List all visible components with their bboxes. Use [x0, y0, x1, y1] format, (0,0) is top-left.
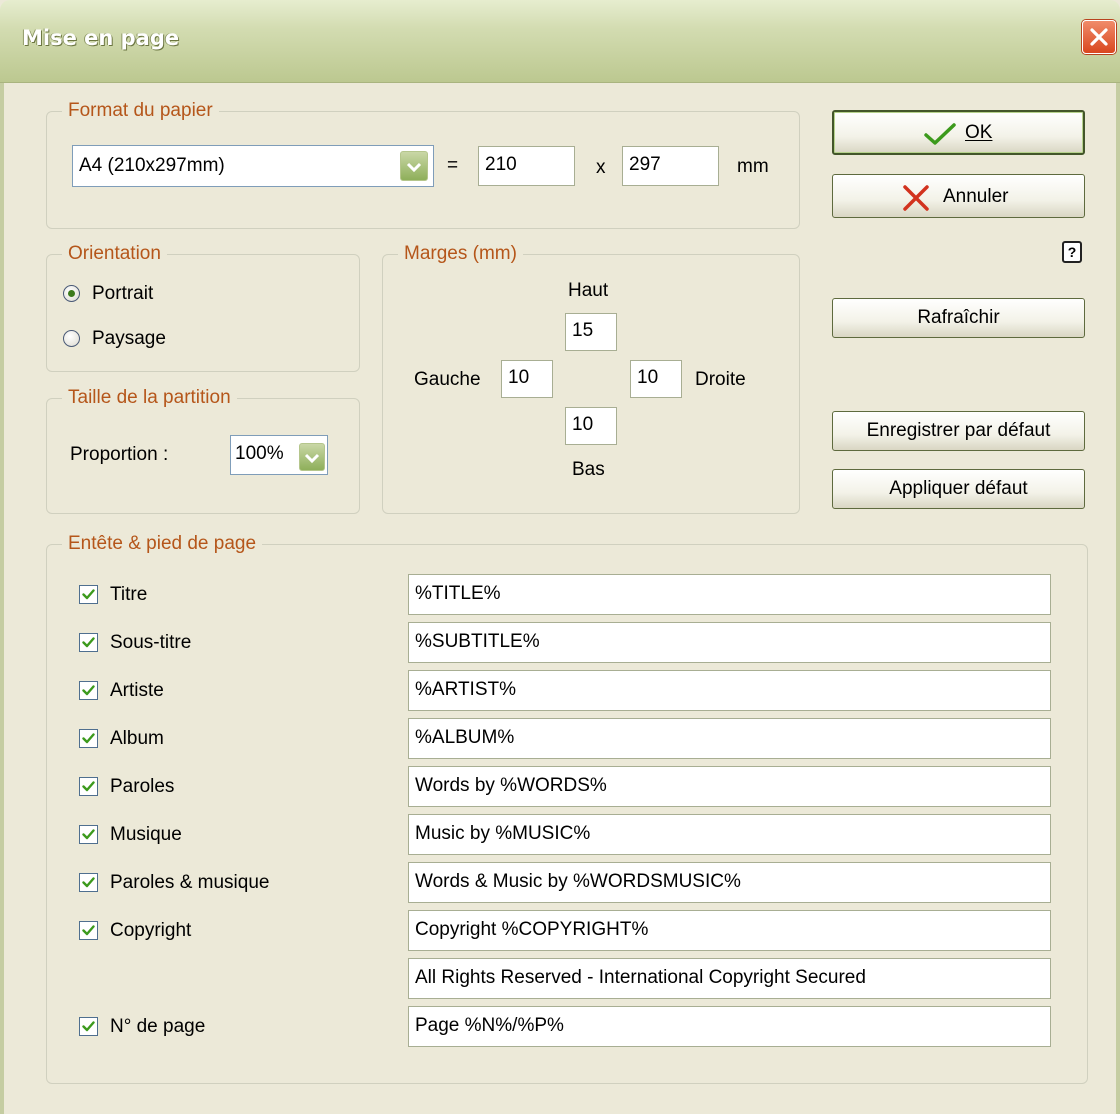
- header-footer-label[interactable]: N° de page: [110, 1016, 205, 1038]
- landscape-label[interactable]: Paysage: [92, 328, 166, 350]
- window-border-left: [0, 83, 4, 1114]
- header-footer-checkbox[interactable]: [79, 873, 98, 892]
- window-border-right: [1116, 83, 1120, 1114]
- cancel-button[interactable]: Annuler: [832, 174, 1085, 218]
- margin-bottom-label: Bas: [572, 459, 605, 480]
- margin-bottom-input[interactable]: 10: [565, 407, 617, 445]
- chevron-down-icon: [406, 162, 422, 173]
- paper-format-dropdown-button[interactable]: [400, 151, 428, 181]
- paper-format-value: A4 (210x297mm): [79, 155, 225, 176]
- ok-label: OK: [965, 122, 993, 143]
- header-footer-checkbox[interactable]: [79, 585, 98, 604]
- proportion-value: 100%: [235, 443, 284, 464]
- check-icon: [82, 589, 95, 600]
- unit-label: mm: [737, 156, 769, 177]
- header-footer-text-input[interactable]: Page %N%/%P%: [408, 1006, 1051, 1047]
- margin-right-label: Droite: [695, 369, 746, 390]
- header-footer-checkbox[interactable]: [79, 1017, 98, 1036]
- header-footer-label[interactable]: Musique: [110, 824, 182, 846]
- margin-left-input[interactable]: 10: [501, 360, 553, 398]
- help-icon[interactable]: ?: [1062, 241, 1082, 263]
- margin-top-input[interactable]: 15: [565, 313, 617, 351]
- portrait-label[interactable]: Portrait: [92, 283, 153, 305]
- help-label: ?: [1067, 244, 1077, 260]
- check-icon: [82, 733, 95, 744]
- header-footer-text-input[interactable]: %ALBUM%: [408, 718, 1051, 759]
- header-footer-text-input[interactable]: Copyright %COPYRIGHT%: [408, 910, 1051, 951]
- header-footer-label[interactable]: Sous-titre: [110, 632, 191, 654]
- check-icon: [82, 877, 95, 888]
- margin-left-label: Gauche: [414, 369, 481, 390]
- cross-icon: [903, 185, 929, 211]
- header-footer-text-input[interactable]: Words by %WORDS%: [408, 766, 1051, 807]
- times-sign: x: [596, 157, 606, 178]
- cancel-label: Annuler: [943, 186, 1009, 207]
- equals-sign: =: [447, 155, 459, 176]
- header-footer-text-input[interactable]: All Rights Reserved - International Copy…: [408, 958, 1051, 999]
- header-footer-checkbox[interactable]: [79, 729, 98, 748]
- header-footer-label[interactable]: Paroles: [110, 776, 174, 798]
- check-icon: [82, 925, 95, 936]
- header-footer-label[interactable]: Album: [110, 728, 164, 750]
- close-icon: [1090, 28, 1108, 46]
- apply-default-label: Appliquer défaut: [889, 478, 1028, 499]
- chevron-down-icon: [304, 453, 320, 464]
- checkmark-icon: [924, 123, 956, 145]
- header-footer-label[interactable]: Copyright: [110, 920, 191, 942]
- title-bar[interactable]: Mise en page: [0, 0, 1120, 83]
- check-icon: [82, 637, 95, 648]
- header-footer-label[interactable]: Titre: [110, 584, 147, 606]
- header-footer-group-label: Entête & pied de page: [62, 533, 263, 555]
- paper-height-input[interactable]: 297: [622, 146, 719, 186]
- header-footer-label[interactable]: Paroles & musique: [110, 872, 269, 894]
- check-icon: [82, 781, 95, 792]
- refresh-button[interactable]: Rafraîchir: [832, 298, 1085, 338]
- score-size-group-label: Taille de la partition: [62, 387, 237, 409]
- header-footer-text-input[interactable]: Music by %MUSIC%: [408, 814, 1051, 855]
- header-footer-label[interactable]: Artiste: [110, 680, 164, 702]
- margins-group-label: Marges (mm): [398, 243, 523, 265]
- proportion-label: Proportion :: [70, 444, 169, 465]
- margin-right-input[interactable]: 10: [630, 360, 682, 398]
- margin-top-label: Haut: [568, 280, 609, 301]
- orientation-group-label: Orientation: [62, 243, 167, 265]
- header-footer-checkbox[interactable]: [79, 681, 98, 700]
- paper-format-group-label: Format du papier: [62, 100, 219, 122]
- header-footer-checkbox[interactable]: [79, 633, 98, 652]
- header-footer-checkbox[interactable]: [79, 921, 98, 940]
- save-default-button[interactable]: Enregistrer par défaut: [832, 411, 1085, 451]
- check-icon: [82, 829, 95, 840]
- header-footer-text-input[interactable]: %SUBTITLE%: [408, 622, 1051, 663]
- header-footer-text-input[interactable]: %ARTIST%: [408, 670, 1051, 711]
- header-footer-text-input[interactable]: %TITLE%: [408, 574, 1051, 615]
- orientation-group: [46, 254, 360, 372]
- header-footer-checkbox[interactable]: [79, 777, 98, 796]
- proportion-dropdown-button[interactable]: [299, 443, 325, 471]
- refresh-label: Rafraîchir: [917, 307, 1000, 328]
- ok-button[interactable]: OK: [832, 110, 1085, 155]
- check-icon: [82, 685, 95, 696]
- header-footer-checkbox[interactable]: [79, 825, 98, 844]
- paper-width-input[interactable]: 210: [478, 146, 575, 186]
- save-default-label: Enregistrer par défaut: [866, 420, 1051, 441]
- portrait-radio[interactable]: [63, 285, 80, 302]
- apply-default-button[interactable]: Appliquer défaut: [832, 469, 1085, 509]
- header-footer-text-input[interactable]: Words & Music by %WORDSMUSIC%: [408, 862, 1051, 903]
- close-button[interactable]: [1082, 20, 1116, 54]
- landscape-radio[interactable]: [63, 330, 80, 347]
- paper-format-select[interactable]: A4 (210x297mm): [72, 145, 434, 187]
- radio-selected-dot: [68, 290, 75, 297]
- window-title: Mise en page: [22, 26, 180, 50]
- check-icon: [82, 1021, 95, 1032]
